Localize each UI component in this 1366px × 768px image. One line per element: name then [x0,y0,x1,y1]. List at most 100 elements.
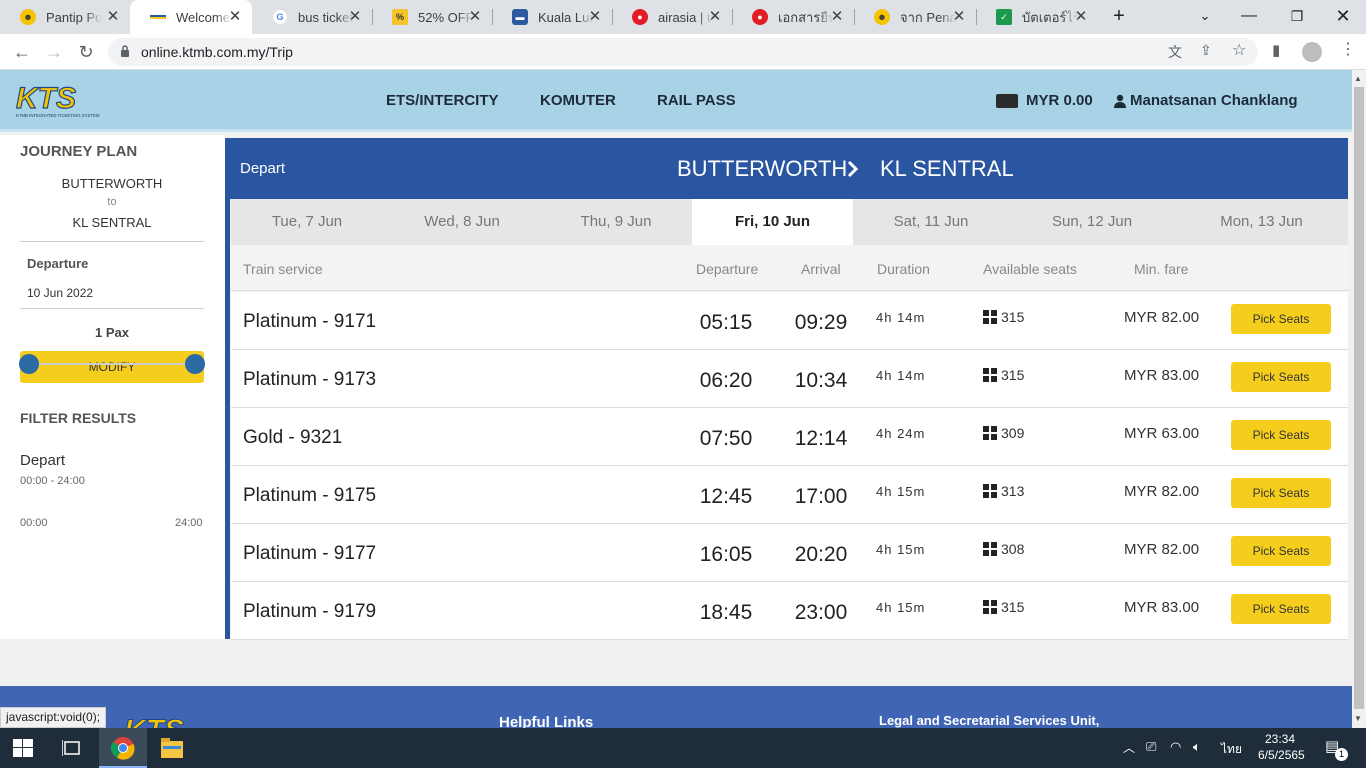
browser-tab-active[interactable]: Welcome to ✕ [130,0,252,34]
close-tab-icon[interactable]: ✕ [586,8,604,26]
seat-count: 315 [1001,599,1025,615]
browser-tab[interactable]: ✓ บัตเตอร์ไร้ท์ ✕ [976,0,1098,34]
pick-seats-button[interactable]: Pick Seats [1231,362,1331,392]
journey-to: KL SENTRAL [72,215,152,230]
min-fare: MYR 83.00 [1124,599,1200,616]
modify-button[interactable]: MODIFY [20,351,204,383]
user-menu[interactable]: Manatsanan Chanklang [1114,92,1298,109]
legal-unit-text: Legal and Secretarial Services Unit, [879,713,1100,728]
close-tab-icon[interactable]: ✕ [706,8,724,26]
train-service-name: Platinum - 9179 [243,601,377,622]
tab-title: บัตเตอร์ไร้ท์ [1022,9,1078,25]
min-fare: MYR 82.00 [1124,541,1200,558]
maximize-button[interactable]: ❐ [1274,0,1320,32]
nav-rail-pass[interactable]: RAIL PASS [657,92,736,109]
tab-title: Welcome to [176,9,232,25]
wifi-icon[interactable]: ◠ [1170,739,1181,755]
date-tab[interactable]: Sun, 12 Jun [1009,199,1175,245]
close-tab-icon[interactable]: ✕ [104,8,122,26]
task-view-icon[interactable] [62,739,82,757]
departure-time: 18:45 [699,601,753,624]
min-fare: MYR 82.00 [1124,483,1200,500]
close-tab-icon[interactable]: ✕ [466,8,484,26]
depart-time-slider-track[interactable] [29,363,195,365]
scrollbar-thumb[interactable] [1354,87,1364,709]
close-tab-icon[interactable]: ✕ [226,8,244,26]
pick-seats-button[interactable]: Pick Seats [1231,536,1331,566]
departure-time: 06:20 [699,369,753,392]
col-min-fare: Min. fare [1134,261,1189,277]
url-field[interactable]: online.ktmb.com.my/Trip [108,38,1258,66]
pick-seats-button[interactable]: Pick Seats [1231,420,1331,450]
side-panel-icon[interactable]: ▮ [1272,41,1280,59]
seat-count: 309 [1001,425,1025,441]
browser-tab[interactable]: ☻ จาก Penang ✕ [854,0,976,34]
card-icon [996,93,1018,108]
forward-arrow-icon[interactable]: → [42,40,66,64]
close-tab-icon[interactable]: ✕ [828,8,846,26]
windows-start-icon[interactable] [13,739,33,757]
tab-title: เอกสารยืนยัน [778,9,834,25]
share-icon[interactable]: ⇪ [1200,42,1212,59]
url-text: online.ktmb.com.my/Trip [141,44,293,60]
page-scrollbar[interactable]: ▲ ▼ [1352,70,1366,728]
pick-seats-button[interactable]: Pick Seats [1231,304,1331,334]
date-tab[interactable]: Sat, 11 Jun [853,199,1009,245]
tab-title: จาก Penang [900,9,956,25]
chrome-taskbar-button[interactable] [99,728,147,768]
scroll-down-arrow-icon[interactable]: ▼ [1354,714,1362,723]
new-tab-button[interactable]: + [1096,0,1142,32]
browser-tab[interactable]: ☻ Pantip Point ✕ [0,0,130,34]
wallet-balance[interactable]: MYR 0.00 [996,92,1093,109]
arrival-time: 23:00 [794,601,848,624]
col-departure: Departure [696,261,759,277]
nav-ets-intercity[interactable]: ETS/INTERCITY [386,92,499,109]
footer-kts-logo: KTS [124,714,185,729]
date-tab-selected[interactable]: Fri, 10 Jun [692,199,853,245]
browser-tab[interactable]: ● เอกสารยืนยัน ✕ [732,0,854,34]
browser-tab[interactable]: G bus ticket ✕ [252,0,372,34]
profile-avatar[interactable] [1302,42,1322,62]
input-language[interactable]: ไทย [1221,740,1242,759]
tab-search-chevron-icon[interactable]: ⌄ [1182,0,1228,32]
close-tab-icon[interactable]: ✕ [346,8,364,26]
browser-tab[interactable]: ● airasia | เที่ยว ✕ [612,0,732,34]
train-row: Platinum - 9179 18:45 23:00 4h 15m 315 MYR 83… [231,582,1348,640]
browser-tab[interactable]: % 52% OFF Bus ✕ [372,0,492,34]
filter-results-heading: FILTER RESULTS [20,410,137,426]
back-arrow-icon[interactable]: ← [10,40,34,64]
slider-max-handle[interactable] [185,354,205,374]
volume-icon[interactable]: 🔈︎ [1193,739,1201,755]
file-explorer-icon[interactable] [161,738,183,758]
pick-seats-button[interactable]: Pick Seats [1231,478,1331,508]
windows-taskbar: ︿ ⎚ ◠ 🔈︎ ไทย 23:34 6/5/2565 ▤ 1 [0,728,1366,768]
tray-chevron-up-icon[interactable]: ︿ [1123,739,1135,756]
close-window-button[interactable]: ✕ [1320,0,1366,32]
tray-device-icon[interactable]: ⎚ [1146,739,1156,755]
journey-plan-heading: JOURNEY PLAN [20,143,138,160]
kts-logo[interactable]: KTS KTMB INTEGRATED TICKETING SYSTEM [14,82,118,120]
close-tab-icon[interactable]: ✕ [950,8,968,26]
browser-tab[interactable]: ▬ Kuala Lumpur ✕ [492,0,612,34]
system-clock[interactable]: 23:34 6/5/2565 [1258,731,1305,763]
wallet-amount: MYR 0.00 [1026,92,1093,109]
emoji-face-icon: ☻ [874,9,890,25]
scroll-up-arrow-icon[interactable]: ▲ [1354,74,1362,83]
available-seats: 309 [983,425,1024,441]
date-tab[interactable]: Wed, 8 Jun [383,199,541,245]
date-tab[interactable]: Tue, 7 Jun [231,199,383,245]
translate-icon[interactable]: 文 [1168,42,1182,62]
seat-count: 315 [1001,367,1025,383]
clock-date: 6/5/2565 [1258,748,1305,762]
pick-seats-button[interactable]: Pick Seats [1231,594,1331,624]
close-tab-icon[interactable]: ✕ [1072,8,1090,26]
arrival-time: 20:20 [794,543,848,566]
nav-komuter[interactable]: KOMUTER [540,92,616,109]
date-tab[interactable]: Mon, 13 Jun [1175,199,1348,245]
minimize-button[interactable]: — [1226,0,1272,32]
slider-min-handle[interactable] [19,354,39,374]
menu-kebab-icon[interactable]: ⋮ [1340,39,1356,59]
date-tab[interactable]: Thu, 9 Jun [541,199,691,245]
bookmark-star-icon[interactable]: ☆ [1232,40,1246,60]
reload-icon[interactable]: ↻ [74,40,98,64]
